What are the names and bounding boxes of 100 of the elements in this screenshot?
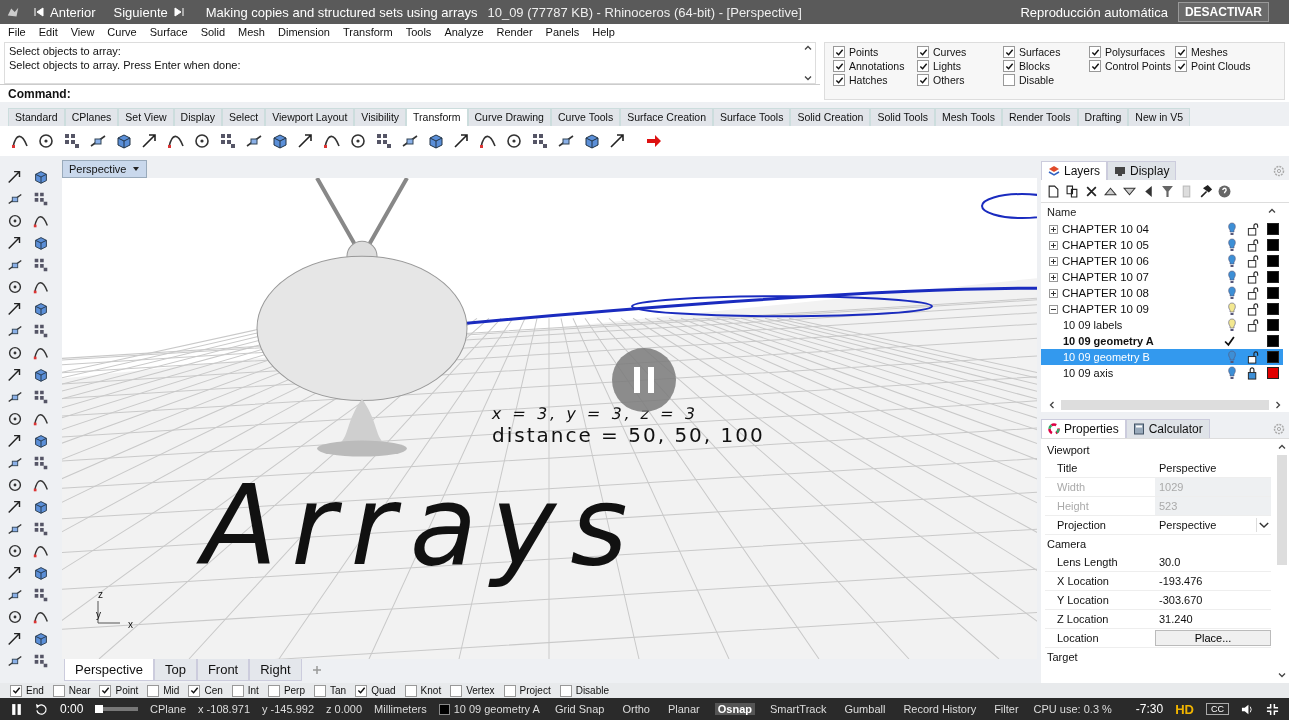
menu-item[interactable]: Tools [405, 26, 432, 38]
layer-name: 10 09 labels [1063, 319, 1123, 331]
layer-row[interactable]: 10 09 geometry A [1041, 333, 1283, 349]
layer-row[interactable]: 10 09 axis [1041, 365, 1283, 381]
layer-name: CHAPTER 10 04 [1062, 223, 1149, 235]
property-value: 1029 [1155, 478, 1271, 496]
toolbar-tab[interactable]: Surface Creation [620, 108, 713, 126]
previous-button[interactable]: Anterior [30, 4, 100, 20]
property-label: Y Location [1056, 593, 1110, 608]
status-text: CPU use: 0.3 % [1033, 703, 1112, 715]
toolbar-tab[interactable]: Surface Tools [713, 108, 791, 126]
menu-item[interactable]: View [70, 26, 95, 38]
toolbar-tab[interactable]: CPlanes [64, 108, 119, 126]
axis-label: z [98, 589, 103, 600]
property-value[interactable]: Perspective [1155, 459, 1271, 477]
status-toggle[interactable]: Planar [664, 703, 703, 715]
status-text: CPlane [149, 703, 187, 715]
property-label: Projection [1056, 518, 1107, 533]
panel-tab[interactable]: Layers [1041, 161, 1108, 180]
toolbar-tab[interactable]: Set View [118, 108, 174, 126]
toolbar-tab[interactable]: Curve Drawing [467, 108, 551, 126]
osnap-label: Knot [420, 685, 442, 696]
next-button[interactable]: Siguiente [109, 4, 188, 20]
menu-item[interactable]: Help [592, 26, 615, 38]
filter-label: Polysurfaces [1105, 46, 1166, 58]
layer-name: 10 09 geometry B [1063, 351, 1150, 363]
toolbar-tab[interactable]: Standard [8, 108, 65, 126]
panel-tab[interactable]: Calculator [1125, 419, 1210, 438]
status-text: x -108.971 [198, 703, 251, 715]
toolbar-tab[interactable]: Solid Creation [790, 108, 871, 126]
osnap-label: End [26, 685, 44, 696]
menu-item[interactable]: Edit [38, 26, 58, 38]
osnap-label: Mid [163, 685, 180, 696]
toolbar-tab[interactable]: Transform [406, 108, 468, 126]
property-value[interactable]: -303.670 [1155, 591, 1271, 609]
menu-item[interactable]: Panels [545, 26, 580, 38]
panel-tab[interactable]: Properties [1041, 419, 1126, 438]
status-toggle[interactable]: Record History [900, 703, 980, 715]
status-toggle[interactable]: Osnap [714, 703, 755, 715]
toolbar-tab[interactable]: Viewport Layout [265, 108, 355, 126]
menu-item[interactable]: Transform [342, 26, 393, 38]
menu-item[interactable]: Curve [107, 26, 137, 38]
captions-button[interactable]: CC [1206, 703, 1229, 715]
disable-autoplay-button[interactable]: DESACTIVAR [1177, 2, 1269, 22]
status-toggle[interactable]: SmartTrack [767, 703, 830, 715]
property-value[interactable]: -193.476 [1155, 572, 1271, 590]
menu-item[interactable]: Solid [200, 26, 226, 38]
property-label: X Location [1056, 574, 1110, 589]
osnap-label: Point [115, 685, 139, 696]
status-toggle[interactable]: Filter [991, 703, 1022, 715]
remaining-time: -7:30 [1135, 702, 1164, 716]
scene-text: distance = 50, 50, 100 [492, 423, 765, 447]
place-button[interactable]: Place... [1155, 630, 1271, 646]
toolbar-tab[interactable]: Curve Tools [550, 108, 621, 126]
menu-item[interactable]: Mesh [238, 26, 265, 38]
toolbar-tab[interactable]: Visibility [354, 108, 407, 126]
layer-row[interactable]: CHAPTER 10 07 [1041, 269, 1283, 285]
layer-row[interactable]: CHAPTER 10 08 [1041, 285, 1283, 301]
toolbar-tab[interactable]: Render Tools [1001, 108, 1078, 126]
layer-row[interactable]: CHAPTER 10 04 [1041, 221, 1283, 237]
menu-item[interactable]: Render [496, 26, 533, 38]
menu-item[interactable]: Analyze [444, 26, 484, 38]
quality-button[interactable]: HD [1175, 701, 1194, 717]
status-text: y -145.992 [262, 703, 314, 715]
viewport-tab[interactable]: Top [153, 659, 197, 681]
status-toggle[interactable]: Gumball [841, 703, 889, 715]
status-toggle[interactable]: Grid Snap [551, 703, 608, 715]
property-value[interactable]: 31.240 [1155, 610, 1271, 628]
osnap-label: Tan [330, 685, 347, 696]
layer-name: CHAPTER 10 05 [1062, 239, 1149, 251]
axis-label: y [96, 609, 101, 620]
layer-row[interactable]: CHAPTER 10 09 [1041, 301, 1283, 317]
toolbar-tab[interactable]: Solid Tools [870, 108, 935, 126]
osnap-label: Vertex [466, 685, 495, 696]
layer-row[interactable]: 10 09 labels [1041, 317, 1283, 333]
toolbar-tab[interactable]: Drafting [1077, 108, 1129, 126]
osnap-label: Quad [371, 685, 396, 696]
menu-item[interactable]: Dimension [278, 26, 330, 38]
layer-row[interactable]: CHAPTER 10 06 [1041, 253, 1283, 269]
status-toggle[interactable]: Ortho [619, 703, 653, 715]
current-layer[interactable]: 10 09 geometry A [438, 703, 540, 715]
projection-dropdown[interactable]: Perspective [1155, 516, 1271, 534]
layer-row[interactable]: CHAPTER 10 05 [1041, 237, 1283, 253]
viewport-title[interactable]: Perspective [62, 160, 148, 178]
viewport-tab[interactable]: Right [249, 659, 302, 681]
viewport-tab[interactable]: Perspective [64, 659, 154, 681]
menu-item[interactable]: File [8, 26, 26, 38]
axis-label: x [128, 619, 133, 630]
viewport-tab[interactable]: Front [196, 659, 250, 681]
toolbar-tab[interactable]: Select [222, 108, 266, 126]
property-label: Z Location [1056, 612, 1110, 627]
property-value[interactable]: 30.0 [1155, 553, 1271, 571]
toolbar-tab[interactable]: Mesh Tools [935, 108, 1002, 126]
scene-text: Arrays [192, 458, 666, 596]
toolbar-tab[interactable]: New in V5 [1128, 108, 1191, 126]
panel-tab[interactable]: Display [1107, 161, 1177, 180]
property-value: 523 [1155, 497, 1271, 515]
toolbar-tab[interactable]: Display [173, 108, 222, 126]
menu-item[interactable]: Surface [149, 26, 188, 38]
layer-name: CHAPTER 10 08 [1062, 287, 1149, 299]
